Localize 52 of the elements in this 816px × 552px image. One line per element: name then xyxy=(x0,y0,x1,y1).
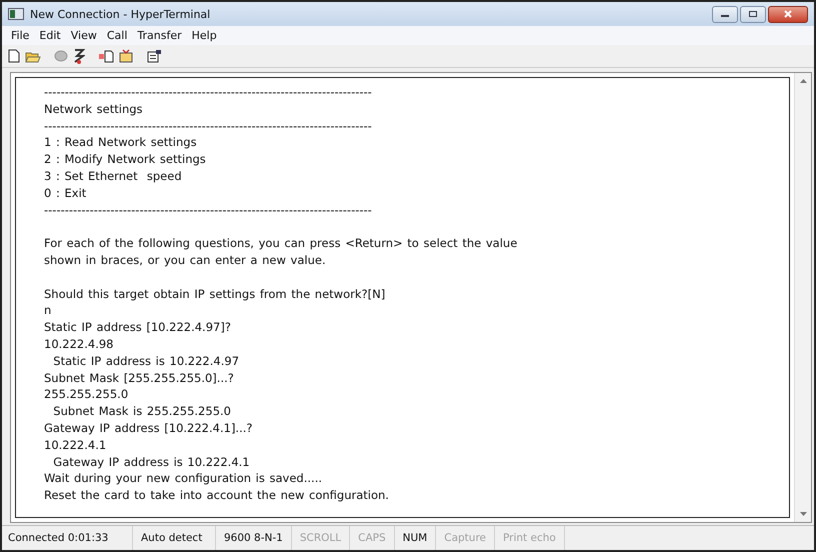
menu-item[interactable]: Help xyxy=(186,29,222,42)
terminal-line: Static IP address [10.222.4.97]? xyxy=(44,319,232,336)
terminal-line: Subnet Mask [255.255.255.0]...? xyxy=(44,370,235,386)
terminal-line: Should this target obtain IP settings from the network?[N] xyxy=(44,286,386,302)
terminal-line: For each of the following questions, you can press <Return> to select the value xyxy=(44,235,518,252)
terminal-line: ------------------------------------------------------------------------------- xyxy=(44,202,373,218)
status-pane: SCROLL xyxy=(292,526,350,550)
window-title: New Connection - HyperTerminal xyxy=(30,8,212,20)
terminal-line: 10.222.4.98 xyxy=(44,336,114,353)
send-file-icon[interactable] xyxy=(98,50,114,62)
terminal-line: 255.255.255.0 xyxy=(44,386,130,404)
terminal-line: Wait during your new configuration is saved..... xyxy=(44,470,324,488)
down-arrow-icon[interactable] xyxy=(800,512,806,516)
terminal-line: Subnet Mask is 255.255.255.0 xyxy=(52,403,232,420)
properties-icon[interactable] xyxy=(147,49,162,63)
up-arrow-icon[interactable] xyxy=(800,79,806,83)
menu-item[interactable]: Call xyxy=(102,29,132,42)
maximize-icon xyxy=(748,10,758,18)
receive-file-icon[interactable] xyxy=(119,49,134,63)
status-pane: CAPS xyxy=(350,526,395,550)
status-pane: Capture xyxy=(436,526,495,550)
minimize-button[interactable] xyxy=(712,6,738,22)
open-folder-icon[interactable] xyxy=(25,50,41,62)
status-pane: NUM xyxy=(394,526,436,550)
scroll-bar[interactable] xyxy=(794,73,811,522)
close-icon xyxy=(783,10,793,18)
terminal-icon xyxy=(8,8,24,20)
terminal-line: Network settings xyxy=(44,100,144,118)
terminal-line: Gateway IP address is 10.222.4.1 xyxy=(52,454,251,470)
status-pane: Print echo xyxy=(495,526,565,550)
terminal-line: ------------------------------------------------------------------------------- xyxy=(44,118,373,134)
menu-item[interactable]: File xyxy=(6,29,34,42)
menu-item[interactable]: View xyxy=(66,29,102,42)
terminal-line: Gateway IP address [10.222.4.1]...? xyxy=(44,420,254,437)
maximize-button[interactable] xyxy=(740,6,766,22)
terminal-line: 0 : Exit xyxy=(44,184,88,202)
terminal-line: shown in braces, or you can enter a new value. xyxy=(44,252,327,269)
terminal-line: Reset the card to take into account the new configuration. xyxy=(44,487,390,504)
terminal-line: 1 : Read Network settings xyxy=(44,134,198,152)
terminal-line: 10.222.4.1 xyxy=(44,436,108,454)
status-pane: Connected 0:01:33 xyxy=(2,526,133,550)
terminal-line: n xyxy=(44,302,52,320)
status-pane: Auto detect xyxy=(133,526,216,550)
new-file-icon[interactable] xyxy=(8,49,20,63)
terminal-line: 3 : Set Ethernet speed xyxy=(44,168,183,185)
terminal-line: Static IP address is 10.222.4.97 xyxy=(52,352,240,370)
terminal-line: 2 : Modify Network settings xyxy=(44,151,207,168)
menu-item[interactable]: Transfer xyxy=(132,29,187,42)
status-pane: 9600 8-N-1 xyxy=(216,526,292,550)
close-button[interactable] xyxy=(768,6,808,22)
menu-item[interactable]: Edit xyxy=(34,29,66,42)
terminal-line: ------------------------------------------------------------------------------- xyxy=(44,84,373,101)
